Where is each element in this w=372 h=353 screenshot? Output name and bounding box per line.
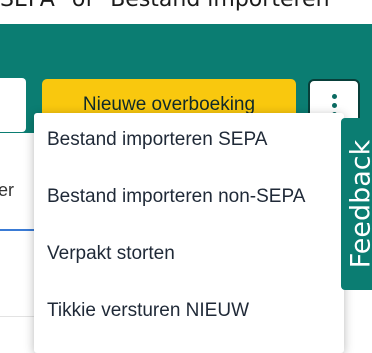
top-caption: SEPA" of "Bestand importeren bbox=[0, 0, 372, 24]
background-text-fragment: er bbox=[0, 180, 14, 201]
menu-item-send-tikkie[interactable]: Tikkie versturen NIEUW bbox=[47, 300, 249, 322]
feedback-label: Feedback bbox=[346, 140, 372, 269]
menu-item-import-sepa[interactable]: Bestand importeren SEPA bbox=[47, 129, 267, 151]
caption-text: SEPA" of "Bestand importeren bbox=[0, 0, 330, 12]
feedback-tab[interactable]: Feedback bbox=[341, 118, 372, 290]
menu-item-import-non-sepa[interactable]: Bestand importeren non-SEPA bbox=[47, 186, 305, 208]
more-options-menu: Bestand importeren SEPA Bestand importer… bbox=[34, 113, 344, 353]
menu-item-packed-deposit[interactable]: Verpakt storten bbox=[47, 243, 175, 265]
search-input[interactable] bbox=[0, 78, 26, 132]
active-tab-underline bbox=[0, 229, 34, 231]
